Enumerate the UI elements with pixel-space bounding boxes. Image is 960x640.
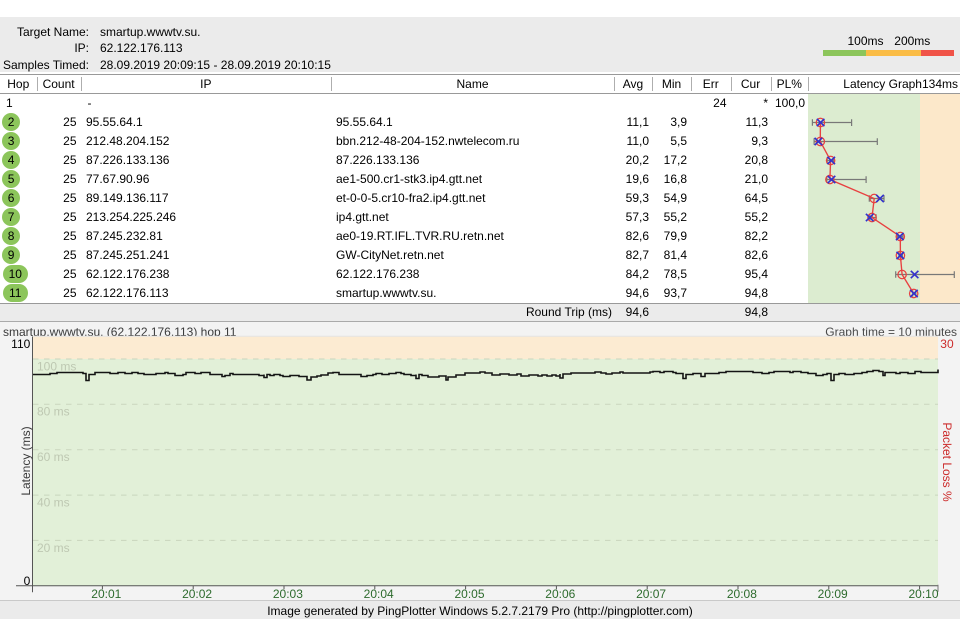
svg-text:80 ms: 80 ms xyxy=(37,405,70,419)
svg-text:100 ms: 100 ms xyxy=(37,359,76,373)
svg-text:40 ms: 40 ms xyxy=(37,496,70,510)
svg-text:60 ms: 60 ms xyxy=(37,450,70,464)
svg-text:20 ms: 20 ms xyxy=(37,541,70,555)
